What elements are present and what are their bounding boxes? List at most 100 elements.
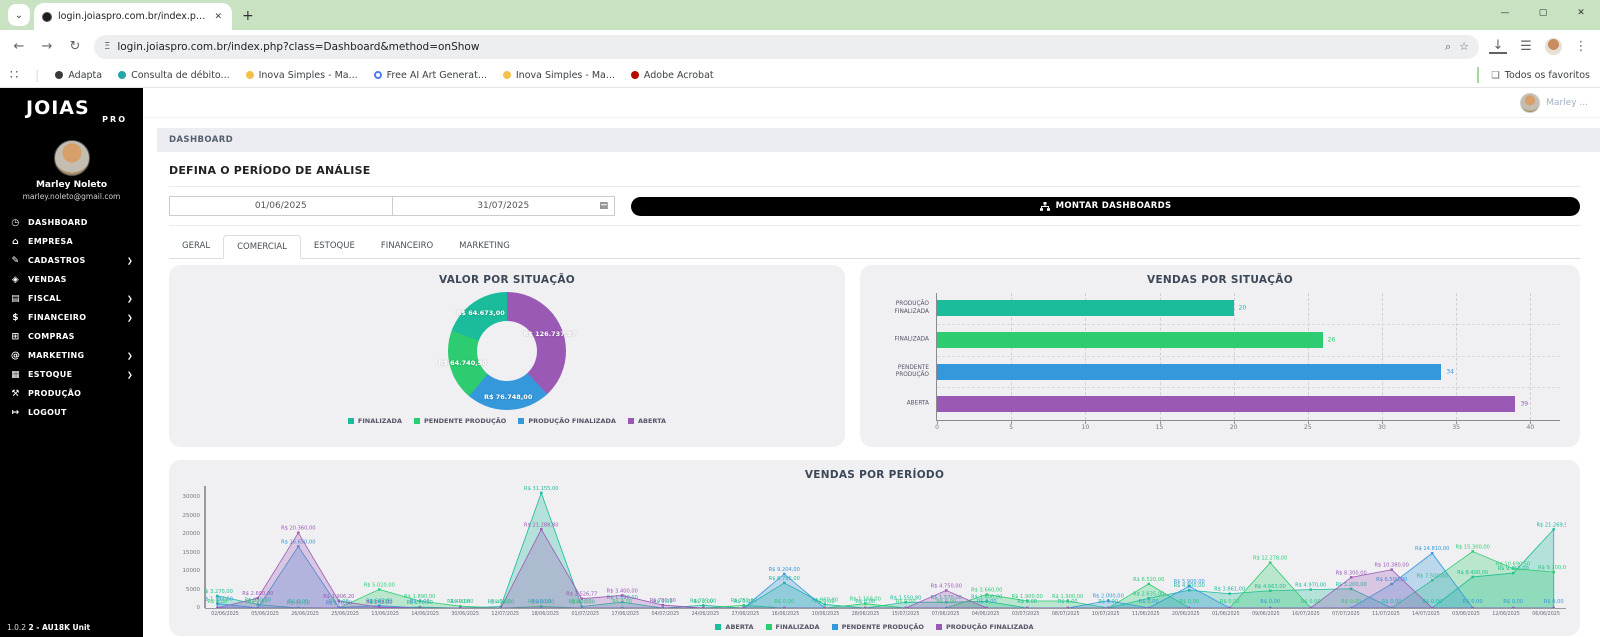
window-minimize-button[interactable]: — <box>1486 0 1524 26</box>
tab-comercial[interactable]: COMERCIAL <box>223 235 301 259</box>
donut-chart: R$ 64.673,00R$ 64.740,90R$ 76.748,00R$ 1… <box>448 292 566 410</box>
topbar-avatar[interactable] <box>1520 93 1540 113</box>
bookmark-item[interactable]: Inova Simples - Ma... <box>246 70 358 81</box>
legend-item: PENDENTE PRODUÇÃO <box>832 623 924 631</box>
x-date-label: 01/06/2025 <box>1206 612 1246 617</box>
sidebar-item-fiscal[interactable]: ▤FISCAL❯ <box>0 289 143 308</box>
zero-value-label: R$ 0,00 <box>1463 599 1483 605</box>
x-tick-label: 5 <box>1009 424 1013 431</box>
kebab-menu-icon[interactable]: ⋮ <box>1572 39 1590 54</box>
x-date-label: 10/06/2025 <box>805 612 845 617</box>
site-settings-icon[interactable]: Ξ <box>104 41 109 52</box>
date-to-input[interactable]: 31/07/2025 ▤ <box>393 196 616 216</box>
zero-value-label: R$ 0,00 <box>1179 599 1199 605</box>
calendar-icon[interactable]: ▤ <box>599 201 608 211</box>
bookmark-item[interactable]: Adobe Acrobat <box>631 70 714 81</box>
x-tick-label: 30 <box>1378 424 1386 431</box>
folder-icon: ❏ <box>1491 70 1500 81</box>
data-point <box>1552 571 1554 573</box>
logout-icon: ↦ <box>10 408 21 418</box>
apps-grid-icon[interactable]: ∷ <box>10 68 19 83</box>
tab-financeiro[interactable]: FINANCEIRO <box>368 235 446 258</box>
topbar-user-label[interactable]: Marley ... <box>1546 98 1588 108</box>
browser-profile-avatar[interactable] <box>1545 38 1562 55</box>
x-date-label: 07/06/2025 <box>926 612 966 617</box>
sidebar-item-vendas[interactable]: ◈VENDAS <box>0 270 143 289</box>
breadcrumb: DASHBOARD <box>157 128 1600 152</box>
date-from-input[interactable]: 01/06/2025 <box>169 196 393 216</box>
point-value-label: R$ 21.269,50 <box>1536 522 1566 528</box>
bookmark-item[interactable]: Inova Simples - Ma... <box>503 70 615 81</box>
bookmark-favicon <box>118 71 126 79</box>
point-value-label: R$ 12.278,00 <box>1253 556 1287 562</box>
window-close-button[interactable]: ✕ <box>1562 0 1600 26</box>
tab-geral[interactable]: GERAL <box>169 235 223 258</box>
zero-value-label: R$ 0,00 <box>1017 599 1037 605</box>
point-value-label: R$ 21.288,80 <box>524 522 558 528</box>
period-chart-title: VENDAS POR PERÍODO <box>169 460 1580 481</box>
zoom-icon[interactable]: ⌕ <box>1445 40 1451 54</box>
user-avatar[interactable] <box>54 140 90 176</box>
legend-item: PRODUÇÃO FINALIZADA <box>518 417 616 425</box>
sidebar-item-marketing[interactable]: @MARKETING❯ <box>0 346 143 365</box>
sidebar-item-logout[interactable]: ↦LOGOUT <box>0 403 143 422</box>
sidebar-item-compras[interactable]: ⊞COMPRAS <box>0 327 143 346</box>
zero-value-label: R$ 0,00 <box>1139 599 1159 605</box>
browser-tab[interactable]: login.joiaspro.com.br/index.php ✕ <box>34 3 232 30</box>
data-point <box>1512 567 1514 569</box>
reload-icon[interactable]: ↻ <box>66 39 84 54</box>
legend-swatch <box>518 418 524 424</box>
period-title: DEFINA O PERÍODO DE ANÁLISE <box>169 164 1580 177</box>
point-value-label: R$ 20.360,00 <box>281 526 315 532</box>
back-icon[interactable]: ← <box>10 39 28 54</box>
new-tab-button[interactable]: + <box>242 8 254 24</box>
downloads-icon[interactable]: ↓ <box>1489 39 1507 54</box>
montar-dashboards-button[interactable]: MONTAR DASHBOARDS <box>631 197 1580 216</box>
address-bar[interactable]: Ξ login.joiaspro.com.br/index.php?class=… <box>94 35 1479 59</box>
vendas-por-situacao-card: VENDAS POR SITUAÇÃO 0510152025303540PROD… <box>860 265 1580 447</box>
point-value-label: R$ 14.810,00 <box>1415 546 1449 552</box>
sidebar-item-empresa[interactable]: ⌂EMPRESA <box>0 232 143 251</box>
forward-icon[interactable]: → <box>38 39 56 54</box>
url-text[interactable]: login.joiaspro.com.br/index.php?class=Da… <box>117 41 1437 53</box>
tab-estoque[interactable]: ESTOQUE <box>301 235 368 258</box>
sidebar-item-cadastros[interactable]: ✎CADASTROS❯ <box>0 251 143 270</box>
bar-chart-title: VENDAS POR SITUAÇÃO <box>860 265 1580 286</box>
side-panel-icon[interactable]: ☰ <box>1517 39 1535 54</box>
bookmarks-bar: ∷ | AdaptaConsulta de débito...Inova Sim… <box>0 63 1600 88</box>
x-date-label: 13/06/2025 <box>365 612 405 617</box>
x-date-label: 04/07/2025 <box>645 612 685 617</box>
bookmark-item[interactable]: Adapta <box>55 70 102 81</box>
zero-value-label: R$ 0,00 <box>1422 599 1442 605</box>
zero-value-label: R$ 0,00 <box>491 599 511 605</box>
zero-value-label: R$ 0,00 <box>693 599 713 605</box>
at-icon: @ <box>10 351 21 361</box>
donut-value-label: R$ 64.673,00 <box>456 309 504 317</box>
bookmark-item[interactable]: Consulta de débito... <box>118 70 230 81</box>
sidebar-item-estoque[interactable]: ▦ESTOQUE❯ <box>0 365 143 384</box>
legend-swatch <box>766 624 772 630</box>
legend-label: FINALIZADA <box>358 417 402 425</box>
bar-value-label: 34 <box>1446 368 1454 375</box>
legend-swatch <box>936 624 942 630</box>
all-bookmarks[interactable]: ❏ Todos os favoritos <box>1477 67 1590 83</box>
tab-close-icon[interactable]: ✕ <box>212 10 224 24</box>
sidebar-item-label: COMPRAS <box>28 332 75 341</box>
sidebar-item-dashboard[interactable]: ◷DASHBOARD <box>0 213 143 232</box>
tab-search-chevron-icon[interactable]: ⌄ <box>8 4 30 26</box>
x-date-label: 01/07/2025 <box>565 612 605 617</box>
bag-icon: ◈ <box>10 275 21 285</box>
x-date-label: 04/06/2025 <box>966 612 1006 617</box>
window-restore-button[interactable]: ▢ <box>1524 0 1562 26</box>
bookmark-star-icon[interactable]: ☆ <box>1459 40 1469 53</box>
bar-category-label: FINALIZADA <box>859 337 929 344</box>
bookmark-item[interactable]: Free AI Art Generat... <box>374 70 487 81</box>
dashboard-icon: ◷ <box>10 218 21 228</box>
zero-value-label: R$ 0,00 <box>936 599 956 605</box>
period-chart: 050001000015000200002500030000R$ 3.270,0… <box>205 486 1566 608</box>
sidebar-item-produo[interactable]: ⚒PRODUÇÃO <box>0 384 143 403</box>
sidebar-item-financeiro[interactable]: $FINANCEIRO❯ <box>0 308 143 327</box>
x-date-label: 16/07/2025 <box>1286 612 1326 617</box>
tab-marketing[interactable]: MARKETING <box>446 235 523 258</box>
sitemap-icon <box>1040 202 1050 211</box>
